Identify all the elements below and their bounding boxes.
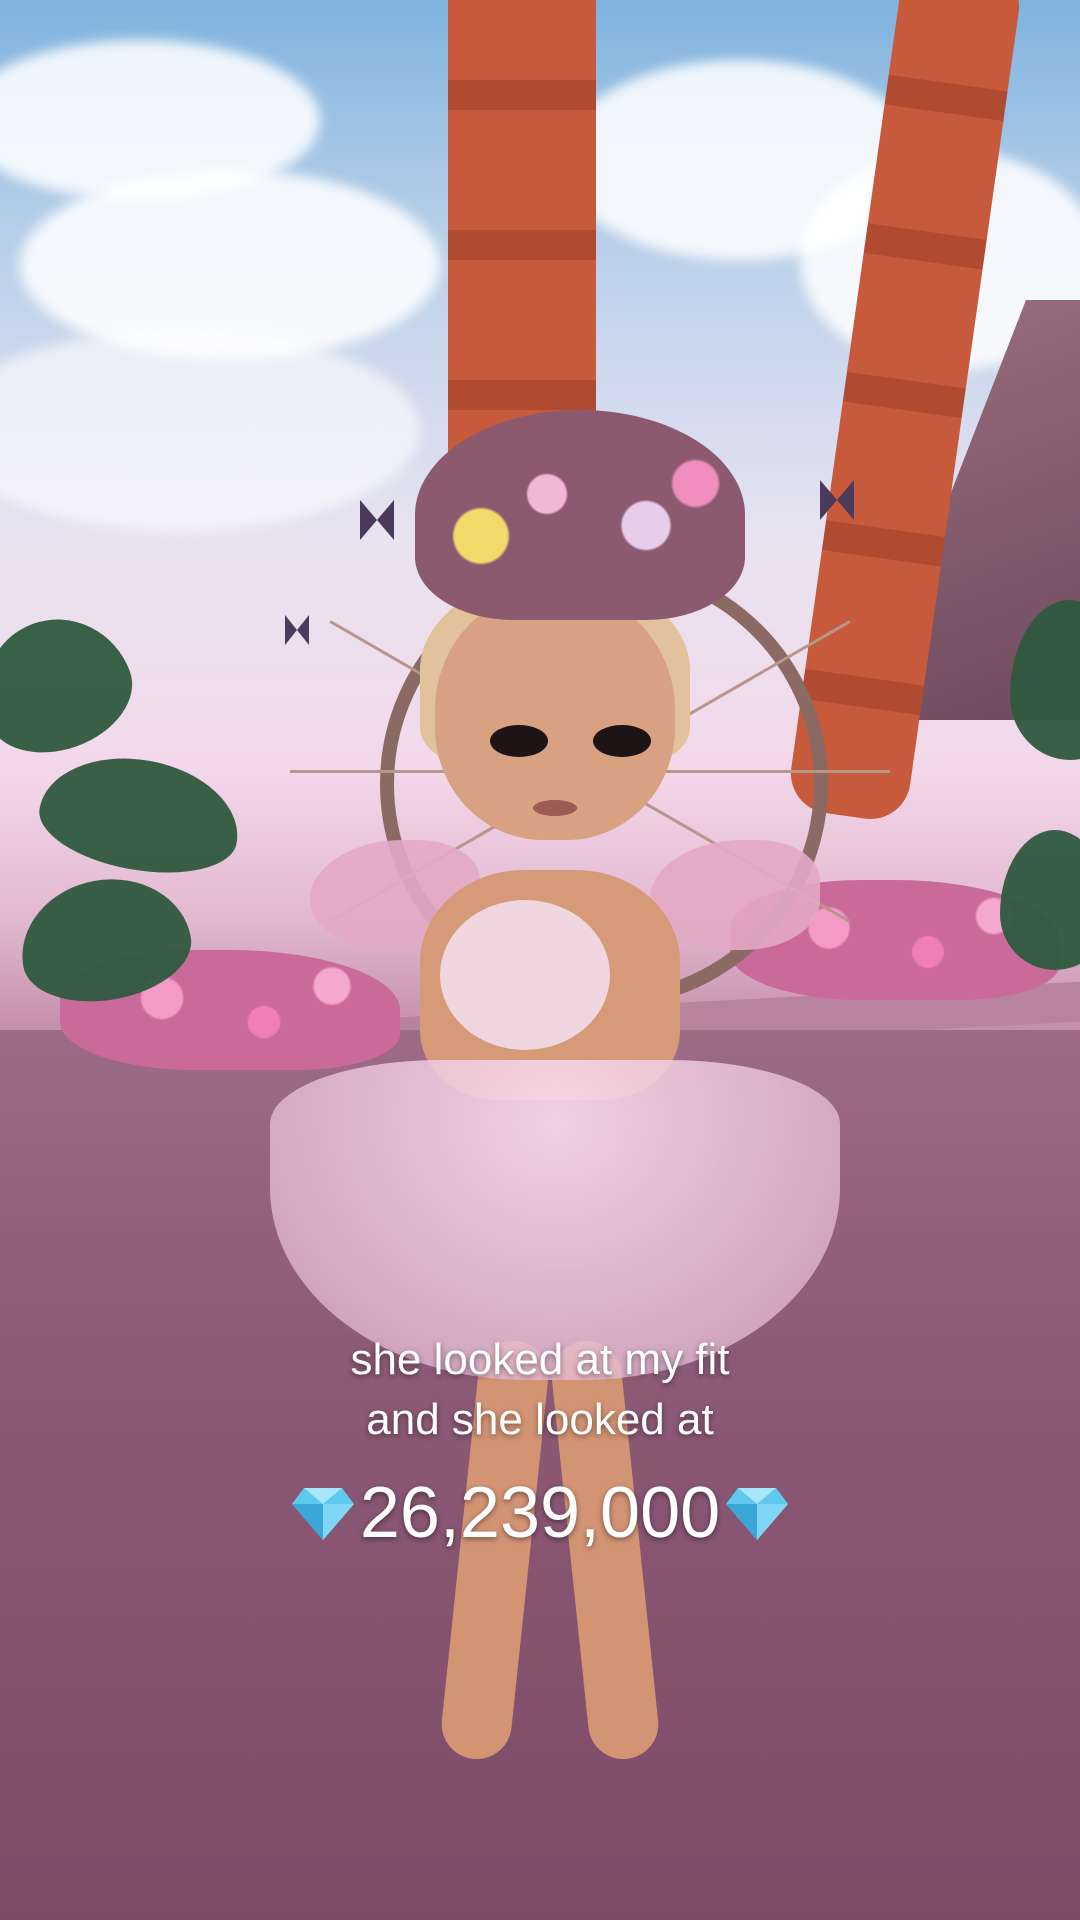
- avatar-eye: [490, 725, 548, 757]
- butterfly-icon: [360, 500, 394, 540]
- diamond-icon: [290, 1484, 356, 1542]
- flower-crown: [415, 410, 745, 620]
- game-scene: she looked at my fit and she looked at 2…: [0, 0, 1080, 1920]
- diamond-amount: 26,239,000: [0, 1472, 1080, 1554]
- avatar-eye: [593, 725, 651, 757]
- monstera-leaf: [1000, 830, 1080, 970]
- caption-line-1: she looked at my fit: [350, 1335, 730, 1384]
- cloud: [0, 330, 420, 530]
- monstera-leaf: [31, 743, 249, 887]
- monstera-leaf: [0, 598, 148, 772]
- bunny-plush: [440, 900, 610, 1050]
- caption-line-2: and she looked at: [366, 1395, 714, 1444]
- avatar-lips: [533, 800, 577, 816]
- diamond-amount-value: 26,239,000: [359, 1473, 721, 1553]
- butterfly-icon: [285, 615, 309, 645]
- diamond-icon: [724, 1484, 790, 1542]
